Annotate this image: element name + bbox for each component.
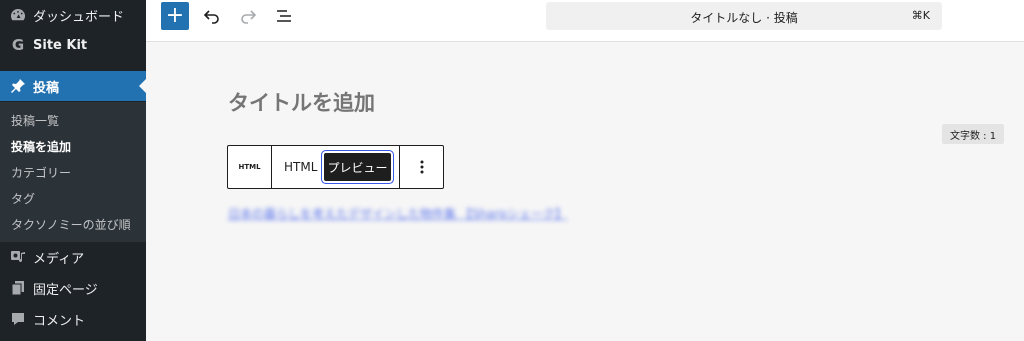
submenu-item-categories[interactable]: カテゴリー [11, 164, 71, 181]
sidebar-item-label: Site Kit [33, 37, 88, 53]
preview-link[interactable]: 日本の暮らしを考えたデザインした物件集 【Sharpシェーク】 [228, 205, 567, 222]
editor-top-toolbar: + タイトルなし · 投稿 ⌘K [146, 0, 1024, 42]
page-icon [8, 278, 28, 298]
posts-submenu: 投稿一覧 投稿を追加 カテゴリー タグ タクソノミーの並び順 [0, 102, 146, 242]
editor-canvas: タイトルを追加 文字数 : 1 HTML HTML プレビュー 日本の暮らしを考… [146, 42, 1024, 341]
block-toolbar: HTML HTML プレビュー [227, 145, 444, 189]
sidebar-item-label: コメント [33, 313, 86, 329]
document-title: タイトルなし · 投稿 [690, 11, 798, 25]
dashboard-icon [8, 5, 28, 25]
html-block-icon[interactable]: HTML [228, 146, 272, 188]
media-icon [8, 247, 28, 267]
post-title-input[interactable]: タイトルを追加 [228, 87, 375, 117]
sidebar-item-media[interactable]: メディア [0, 242, 146, 272]
submenu-item-add-new[interactable]: 投稿を追加 [11, 138, 71, 155]
sidebar-item-label: 固定ページ [33, 282, 98, 298]
add-block-button[interactable]: + [161, 2, 189, 30]
shortcut-hint: ⌘K [911, 9, 930, 22]
command-palette-bar[interactable]: タイトルなし · 投稿 ⌘K [546, 2, 942, 30]
comment-icon [8, 309, 28, 329]
submenu-item-taxonomy-order[interactable]: タクソノミーの並び順 [11, 216, 131, 233]
pushpin-icon [8, 76, 28, 96]
redo-icon[interactable] [236, 4, 260, 28]
sidebar-item-label: メディア [33, 251, 85, 267]
sidebar-item-label: 投稿 [33, 80, 60, 96]
preview-tab-button[interactable]: プレビュー [324, 153, 391, 181]
submenu-item-tags[interactable]: タグ [11, 190, 35, 207]
active-indicator [139, 79, 146, 93]
sidebar-item-site-kit[interactable]: G Site Kit [0, 30, 146, 60]
undo-icon[interactable] [200, 4, 224, 28]
document-overview-icon[interactable] [272, 4, 296, 28]
sidebar-item-label: ダッシュボード [33, 9, 125, 25]
more-options-icon[interactable] [400, 146, 444, 188]
submenu-item-all-posts[interactable]: 投稿一覧 [11, 112, 59, 129]
sidebar-item-comments[interactable]: コメント [0, 304, 146, 334]
sidebar-item-pages[interactable]: 固定ページ [0, 273, 146, 303]
html-tab-button[interactable]: HTML [284, 160, 317, 174]
word-count-badge: 文字数 : 1 [942, 124, 1005, 144]
admin-sidebar: ダッシュボード G Site Kit 投稿 投稿一覧 投稿を追加 カテゴリー タ… [0, 0, 146, 341]
sidebar-item-posts[interactable]: 投稿 [0, 71, 146, 101]
google-g-icon: G [11, 36, 25, 54]
sidebar-item-dashboard[interactable]: ダッシュボード [0, 0, 146, 30]
